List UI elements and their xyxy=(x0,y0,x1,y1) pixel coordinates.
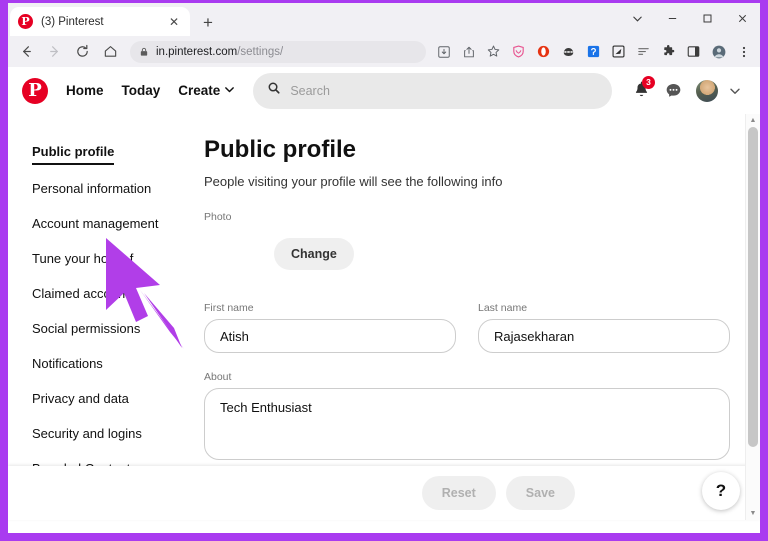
browser-toolbar: in.pinterest.com/settings/ xyxy=(8,36,760,67)
close-window-icon[interactable] xyxy=(725,3,760,33)
opera-extension-icon[interactable] xyxy=(534,42,553,61)
url-host: in.pinterest.com xyxy=(156,45,238,58)
blue-square-extension-icon[interactable] xyxy=(584,42,603,61)
sidebar-item-tune-your-home-feed[interactable]: Tune your home f xyxy=(32,241,198,276)
chrome-menu-icon[interactable] xyxy=(734,42,753,61)
scroll-up-arrow-icon[interactable]: ▲ xyxy=(746,114,760,127)
photo-label: Photo xyxy=(204,211,232,223)
first-name-label: First name xyxy=(204,302,254,314)
last-name-field-group: Last name Rajasekharan xyxy=(478,302,730,353)
tab-strip: P (3) Pinterest ✕ + xyxy=(8,3,760,36)
name-fields-row: First name Atish Last name Rajasekharan xyxy=(204,302,730,353)
list-extension-icon[interactable] xyxy=(634,42,653,61)
save-button[interactable]: Save xyxy=(505,476,575,510)
about-field-group: About Tech Enthusiast xyxy=(204,371,730,460)
notifications-badge: 3 xyxy=(642,75,655,89)
nav-create-label: Create xyxy=(178,83,221,98)
url-text: in.pinterest.com/settings/ xyxy=(156,46,283,58)
notifications-button[interactable]: 3 xyxy=(626,75,656,106)
scroll-down-arrow-icon[interactable]: ▼ xyxy=(746,507,760,520)
first-name-input[interactable]: Atish xyxy=(204,319,456,353)
settings-body: Public profile Personal information Acco… xyxy=(8,114,760,520)
last-name-input[interactable]: Rajasekharan xyxy=(478,319,730,353)
lock-icon xyxy=(139,47,149,57)
chevron-down-icon xyxy=(224,83,235,98)
reload-icon[interactable] xyxy=(70,40,94,64)
reset-button[interactable]: Reset xyxy=(421,476,496,510)
extension-icons xyxy=(431,42,756,61)
search-placeholder: Search xyxy=(290,83,330,98)
header-actions: 3 xyxy=(624,75,750,106)
about-label: About xyxy=(204,371,232,383)
scrollbar-thumb[interactable] xyxy=(748,127,758,447)
sidebar-item-public-profile[interactable]: Public profile xyxy=(32,134,115,165)
profile-photo[interactable] xyxy=(204,228,256,280)
photo-row: Change xyxy=(204,228,730,280)
profile-avatar-icon[interactable] xyxy=(709,42,728,61)
sidebar-item-personal-information[interactable]: Personal information xyxy=(32,171,198,206)
tab-search-chevron-icon[interactable] xyxy=(620,3,655,33)
bookmark-star-icon[interactable] xyxy=(484,42,503,61)
pinterest-logo-icon[interactable]: P xyxy=(22,77,48,104)
forward-icon[interactable] xyxy=(42,40,66,64)
sidebar-item-privacy-and-data[interactable]: Privacy and data xyxy=(32,381,198,416)
help-button[interactable]: ? xyxy=(702,472,740,510)
url-path: /settings/ xyxy=(237,45,284,58)
back-icon[interactable] xyxy=(14,40,38,64)
home-icon[interactable] xyxy=(98,40,122,64)
page-viewport: P Home Today Create Search 3 Public prof… xyxy=(8,67,760,533)
account-chevron-icon[interactable] xyxy=(720,76,750,106)
settings-content: Public profile People visiting your prof… xyxy=(198,114,760,520)
address-bar[interactable]: in.pinterest.com/settings/ xyxy=(130,40,426,63)
new-tab-button[interactable]: + xyxy=(198,12,218,32)
page-scrollbar[interactable]: ▲ ▼ xyxy=(745,114,760,520)
shield-extension-icon[interactable] xyxy=(509,42,528,61)
nav-today[interactable]: Today xyxy=(122,83,161,98)
install-app-icon[interactable] xyxy=(434,42,453,61)
dark-square-extension-icon[interactable] xyxy=(609,42,628,61)
first-name-field-group: First name Atish xyxy=(204,302,456,353)
sidebar-item-account-management[interactable]: Account management xyxy=(32,206,198,241)
settings-sidebar: Public profile Personal information Acco… xyxy=(8,114,198,520)
pinterest-header: P Home Today Create Search 3 xyxy=(8,67,760,114)
page-title: Public profile xyxy=(204,136,357,163)
puzzle-extensions-icon[interactable] xyxy=(659,42,678,61)
pinterest-favicon-icon: P xyxy=(18,14,33,29)
tab-title: (3) Pinterest xyxy=(41,15,104,28)
window-controls xyxy=(620,3,760,33)
share-icon[interactable] xyxy=(459,42,478,61)
ninja-extension-icon[interactable] xyxy=(559,42,578,61)
side-panel-icon[interactable] xyxy=(684,42,703,61)
sidebar-item-security-and-logins[interactable]: Security and logins xyxy=(32,416,198,451)
search-input[interactable]: Search xyxy=(253,72,612,109)
about-textarea[interactable]: Tech Enthusiast xyxy=(204,388,730,460)
browser-window: P (3) Pinterest ✕ + in.pinterest.com/set… xyxy=(8,3,760,533)
last-name-label: Last name xyxy=(478,302,528,314)
minimize-icon[interactable] xyxy=(655,3,690,33)
account-avatar[interactable] xyxy=(696,79,718,102)
sidebar-item-social-permissions[interactable]: Social permissions xyxy=(32,311,198,346)
nav-home[interactable]: Home xyxy=(66,83,104,98)
page-subtitle: People visiting your profile will see th… xyxy=(204,174,503,189)
messages-button[interactable] xyxy=(658,76,688,106)
browser-tab[interactable]: P (3) Pinterest ✕ xyxy=(10,7,190,36)
search-icon xyxy=(267,81,281,100)
tab-close-icon[interactable]: ✕ xyxy=(166,14,182,30)
change-photo-button[interactable]: Change xyxy=(274,238,354,270)
nav-create[interactable]: Create xyxy=(178,83,235,98)
settings-action-bar: Reset Save xyxy=(8,466,760,520)
sidebar-item-notifications[interactable]: Notifications xyxy=(32,346,198,381)
desktop-backdrop: P (3) Pinterest ✕ + in.pinterest.com/set… xyxy=(0,0,768,541)
sidebar-item-claimed-accounts[interactable]: Claimed accounts xyxy=(32,276,198,311)
maximize-icon[interactable] xyxy=(690,3,725,33)
